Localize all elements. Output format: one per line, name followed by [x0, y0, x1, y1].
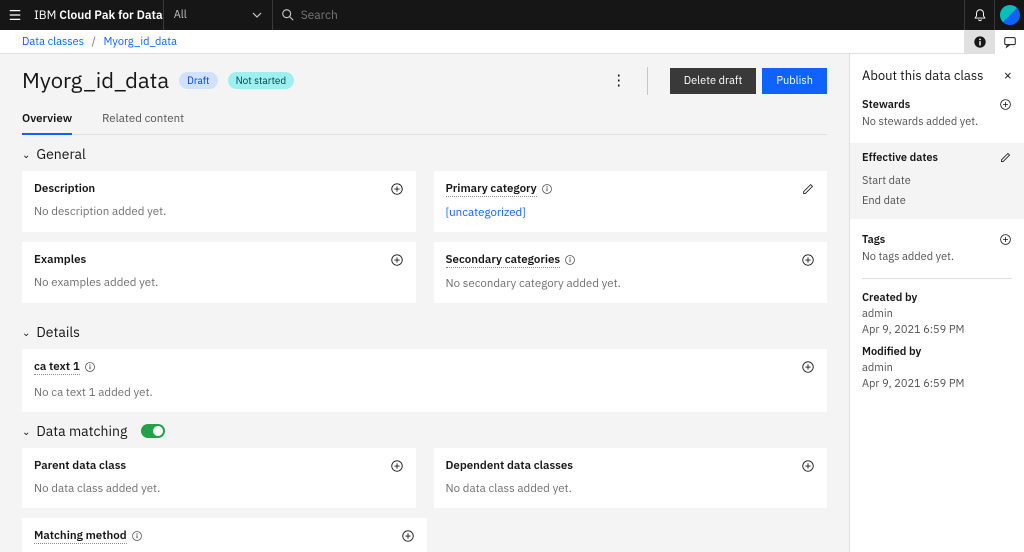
add-examples-icon[interactable] — [390, 253, 404, 267]
add-catext-icon[interactable] — [801, 360, 815, 374]
dependent-placeholder: No data class added yet. — [446, 481, 816, 496]
search-icon — [281, 8, 295, 22]
section-general-label: General — [36, 145, 85, 163]
card-parent-title: Parent data class — [34, 458, 126, 473]
chevron-down-icon: ⌄ — [22, 148, 30, 161]
info-icon[interactable] — [564, 254, 576, 266]
section-details-toggle[interactable]: ⌄ Details — [22, 323, 827, 341]
section-matching-label: Data matching — [36, 422, 127, 440]
catext-placeholder: No ca text 1 added yet. — [34, 385, 815, 400]
status-badge-workflow: Not started — [228, 72, 295, 89]
tab-related-content[interactable]: Related content — [102, 105, 184, 134]
section-matching-toggle[interactable]: ⌄ Data matching — [22, 422, 827, 440]
tags-label: Tags — [862, 233, 1012, 247]
stewards-label: Stewards — [862, 98, 1012, 112]
start-date-label: Start date — [862, 174, 911, 188]
section-details-label: Details — [36, 323, 80, 341]
add-description-icon[interactable] — [390, 182, 404, 196]
add-parent-icon[interactable] — [390, 459, 404, 473]
created-by-label: Created by — [862, 291, 1012, 305]
created-by-user: admin — [862, 307, 1012, 321]
scope-selector[interactable]: All — [163, 0, 273, 30]
section-general-toggle[interactable]: ⌄ General — [22, 145, 827, 163]
card-dependent-title: Dependent data classes — [446, 458, 574, 473]
info-icon[interactable] — [541, 183, 553, 195]
notifications-icon[interactable] — [964, 0, 994, 30]
add-tag-icon[interactable] — [999, 233, 1012, 246]
tags-value: No tags added yet. — [862, 250, 1012, 264]
data-matching-toggle[interactable] — [141, 424, 165, 438]
about-panel-title: About this data class — [862, 67, 983, 84]
breadcrumb-root[interactable]: Data classes — [22, 35, 84, 49]
parent-placeholder: No data class added yet. — [34, 481, 404, 496]
modified-by-date: Apr 9, 2021 6:59 PM — [862, 377, 1012, 391]
description-placeholder: No description added yet. — [34, 204, 404, 219]
delete-draft-button[interactable]: Delete draft — [670, 68, 757, 94]
card-secondary-title: Secondary categories — [446, 252, 561, 268]
card-method-title: Matching method — [34, 528, 127, 544]
add-steward-icon[interactable] — [999, 98, 1012, 111]
modified-by-label: Modified by — [862, 345, 1012, 359]
card-catext-title: ca text 1 — [34, 359, 80, 375]
breadcrumb: Data classes / Myorg_id_data — [22, 35, 177, 49]
add-method-icon[interactable] — [401, 529, 415, 543]
edit-dates-icon[interactable] — [999, 151, 1012, 164]
brand: IBM Cloud Pak for Data — [30, 8, 163, 23]
add-dependent-icon[interactable] — [801, 459, 815, 473]
breadcrumb-current[interactable]: Myorg_id_data — [103, 35, 177, 49]
search-input[interactable] — [301, 8, 461, 23]
divider — [862, 278, 1012, 279]
info-panel-toggle[interactable] — [964, 30, 994, 54]
status-badge-draft: Draft — [179, 72, 217, 89]
info-icon[interactable] — [84, 361, 96, 373]
tab-overview[interactable]: Overview — [22, 105, 72, 134]
about-panel: About this data class × Stewards No stew… — [849, 54, 1024, 552]
effective-dates-label: Effective dates — [862, 151, 1012, 165]
chevron-down-icon — [252, 12, 262, 18]
card-description-title: Description — [34, 181, 95, 196]
page-title: Myorg_id_data — [22, 66, 169, 95]
overflow-menu[interactable]: ⋮ — [607, 69, 631, 93]
scope-label: All — [174, 8, 187, 22]
card-examples-title: Examples — [34, 252, 86, 267]
hamburger-icon[interactable] — [0, 0, 30, 30]
publish-button[interactable]: Publish — [762, 68, 827, 94]
user-avatar[interactable] — [994, 0, 1024, 30]
end-date-label: End date — [862, 194, 906, 208]
examples-placeholder: No examples added yet. — [34, 275, 404, 290]
info-icon[interactable] — [131, 530, 143, 542]
edit-primary-icon[interactable] — [801, 182, 815, 196]
chat-icon[interactable] — [994, 30, 1024, 54]
created-by-date: Apr 9, 2021 6:59 PM — [862, 323, 1012, 337]
close-icon[interactable]: × — [1004, 66, 1012, 84]
stewards-value: No stewards added yet. — [862, 115, 1012, 129]
add-secondary-icon[interactable] — [801, 253, 815, 267]
divider — [647, 67, 648, 95]
card-primary-title: Primary category — [446, 181, 537, 197]
modified-by-user: admin — [862, 361, 1012, 375]
chevron-down-icon: ⌄ — [22, 326, 30, 339]
secondary-placeholder: No secondary category added yet. — [446, 276, 816, 291]
primary-category-link[interactable]: [uncategorized] — [446, 205, 816, 220]
chevron-down-icon: ⌄ — [22, 425, 30, 438]
